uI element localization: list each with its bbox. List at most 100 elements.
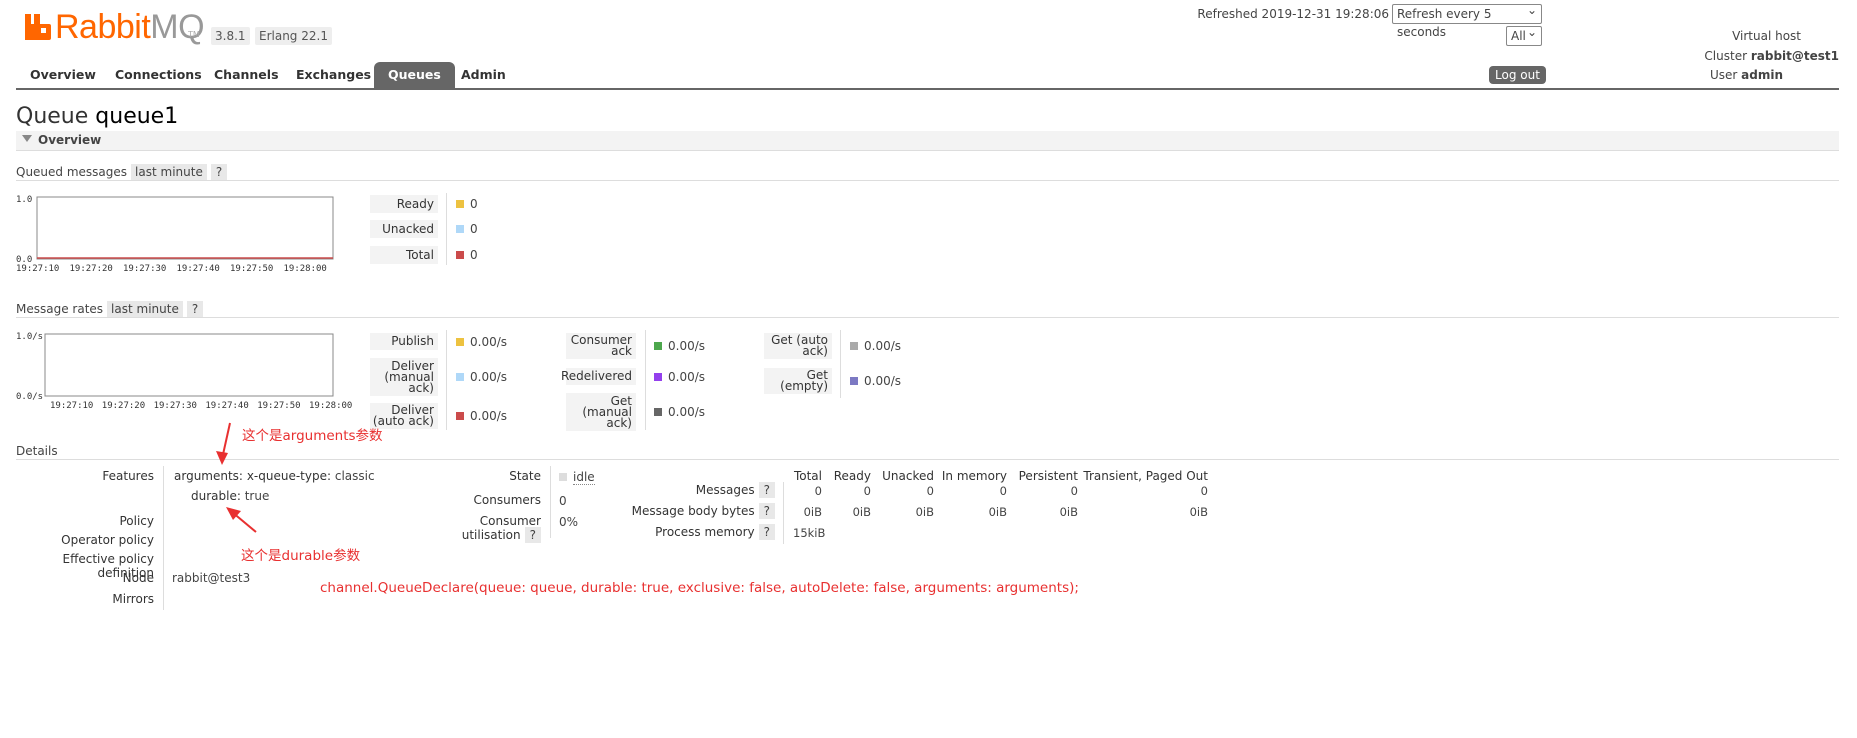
message-rates-chart: 1.0/s 0.0/s 19:27:10 19:27:20 19:27:30 19:2… bbox=[16, 332, 352, 411]
tab-channels[interactable]: Channels bbox=[200, 62, 293, 88]
stat-label: Get (manual ack) bbox=[566, 393, 636, 431]
arguments-annotation: 这个是arguments参数 bbox=[242, 428, 383, 444]
overview-section-toggle[interactable]: Overview bbox=[16, 131, 1839, 151]
legend-swatch bbox=[456, 225, 464, 233]
section-label: Overview bbox=[38, 133, 102, 147]
help-button[interactable]: ? bbox=[524, 527, 541, 543]
tab-connections[interactable]: Connections bbox=[101, 62, 216, 88]
operator-policy-label: Operator policy bbox=[61, 533, 154, 547]
table-row-label: Messages? bbox=[600, 482, 775, 498]
consumers-label: Consumers bbox=[473, 493, 541, 507]
table-cell: 0 bbox=[814, 484, 822, 498]
stat-value: 0.00/s bbox=[654, 405, 705, 419]
legend-swatch bbox=[654, 408, 662, 416]
message-rates-heading: Message rates last minute? bbox=[16, 301, 204, 317]
legend-swatch bbox=[654, 342, 662, 350]
table-row-label: Message body bytes? bbox=[600, 503, 775, 519]
x-tick-label: 19:27:10 bbox=[16, 264, 59, 274]
x-tick-label: 19:28:00 bbox=[309, 401, 352, 411]
erlang-badge: Erlang 22.1 bbox=[255, 27, 332, 45]
consumer-utilisation-label: Consumer utilisation? bbox=[461, 514, 541, 543]
legend-swatch bbox=[456, 337, 464, 346]
x-tick-label: 19:27:50 bbox=[230, 264, 273, 274]
stat-value: 0.00/s bbox=[456, 335, 507, 349]
tab-overview[interactable]: Overview bbox=[16, 62, 110, 88]
table-column-header: Unacked bbox=[882, 469, 934, 483]
node-label: Node bbox=[122, 571, 154, 585]
stat-label: Redelivered bbox=[561, 368, 636, 385]
column-divider bbox=[840, 330, 841, 398]
range-selector[interactable]: last minute bbox=[131, 164, 207, 180]
rabbit-logo-icon bbox=[25, 14, 51, 40]
queued-messages-chart: 1.0 0.0 19:27:10 19:27:20 19:27:30 19:27:40… bbox=[16, 195, 334, 274]
table-column-header: In memory bbox=[941, 469, 1007, 483]
table-cell: 0iB bbox=[915, 505, 934, 519]
refreshed-timestamp: Refreshed 2019-12-31 19:28:06 bbox=[1197, 7, 1389, 21]
table-cell: 0iB bbox=[988, 505, 1007, 519]
stat-value: 0 bbox=[456, 222, 478, 236]
help-button[interactable]: ? bbox=[758, 482, 775, 498]
legend-swatch bbox=[850, 377, 858, 385]
x-tick-label: 19:27:20 bbox=[70, 264, 113, 274]
legend-swatch bbox=[456, 373, 464, 381]
table-cell: 0 bbox=[926, 484, 934, 498]
queued-messages-heading: Queued messages last minute? bbox=[16, 164, 228, 180]
stat-value: 0.00/s bbox=[654, 339, 705, 353]
virtual-host-label: Virtual host bbox=[1732, 29, 1801, 43]
stat-label: Get (auto ack) bbox=[764, 333, 832, 359]
x-tick-label: 19:27:10 bbox=[50, 401, 93, 411]
durable-annotation: 这个是durable参数 bbox=[241, 548, 361, 564]
stat-value: 0 bbox=[456, 197, 478, 211]
divider bbox=[16, 459, 1839, 460]
table-column-header: Transient, Paged Out bbox=[1083, 469, 1208, 483]
stat-label: Publish bbox=[370, 333, 438, 350]
tab-queues[interactable]: Queues bbox=[374, 62, 455, 88]
x-tick-label: 19:27:30 bbox=[123, 264, 166, 274]
features-label: Features bbox=[102, 469, 154, 483]
table-column-header: Ready bbox=[833, 469, 871, 483]
virtual-host-select[interactable]: All bbox=[1506, 23, 1542, 46]
legend-swatch bbox=[654, 372, 662, 381]
stat-value: 0.00/s bbox=[850, 339, 901, 353]
consumer-utilisation-value: 0% bbox=[559, 515, 579, 529]
page-title: Queue queue1 bbox=[16, 104, 179, 129]
arrow-up-head-icon bbox=[216, 451, 228, 465]
stat-label: Total bbox=[370, 246, 438, 264]
node-value: rabbit@test3 bbox=[172, 571, 251, 585]
tab-admin[interactable]: Admin bbox=[447, 62, 520, 88]
column-divider bbox=[446, 330, 447, 430]
legend-swatch bbox=[850, 342, 858, 350]
details-heading: Details bbox=[16, 444, 58, 458]
legend-swatch bbox=[456, 251, 464, 259]
x-tick-label: 19:27:40 bbox=[177, 264, 220, 274]
stat-label: Ready bbox=[370, 195, 438, 213]
help-button[interactable]: ? bbox=[758, 524, 775, 540]
table-column-header: Total bbox=[793, 469, 822, 483]
range-selector[interactable]: last minute bbox=[107, 301, 183, 317]
status-dot-icon bbox=[559, 473, 567, 481]
table-cell: 0 bbox=[999, 484, 1007, 498]
help-button[interactable]: ? bbox=[758, 503, 775, 519]
logo-text: RabbitMQ bbox=[55, 8, 205, 46]
x-tick-label: 19:27:50 bbox=[257, 401, 300, 411]
version-badge: 3.8.1 bbox=[211, 27, 250, 45]
column-divider bbox=[645, 330, 646, 430]
tab-exchanges[interactable]: Exchanges bbox=[282, 62, 385, 88]
help-button[interactable]: ? bbox=[186, 301, 204, 317]
table-cell: 0iB bbox=[852, 505, 871, 519]
stat-label: Consumer ack bbox=[566, 333, 636, 359]
x-tick-label: 19:27:40 bbox=[205, 401, 248, 411]
state-value: idle bbox=[559, 470, 595, 485]
table-cell: 0 bbox=[1070, 484, 1078, 498]
table-column-header: Persistent bbox=[1018, 469, 1078, 483]
mirrors-label: Mirrors bbox=[112, 592, 154, 606]
column-divider bbox=[446, 193, 447, 265]
stat-value: 0.00/s bbox=[654, 370, 705, 384]
policy-label: Policy bbox=[119, 514, 154, 528]
help-button[interactable]: ? bbox=[210, 164, 228, 180]
collapse-triangle-icon bbox=[22, 135, 32, 142]
table-cell: 0iB bbox=[803, 505, 822, 519]
refresh-interval-select[interactable]: Refresh every 5 seconds bbox=[1392, 1, 1542, 39]
table-cell: 0 bbox=[863, 484, 871, 498]
column-divider bbox=[783, 482, 784, 544]
